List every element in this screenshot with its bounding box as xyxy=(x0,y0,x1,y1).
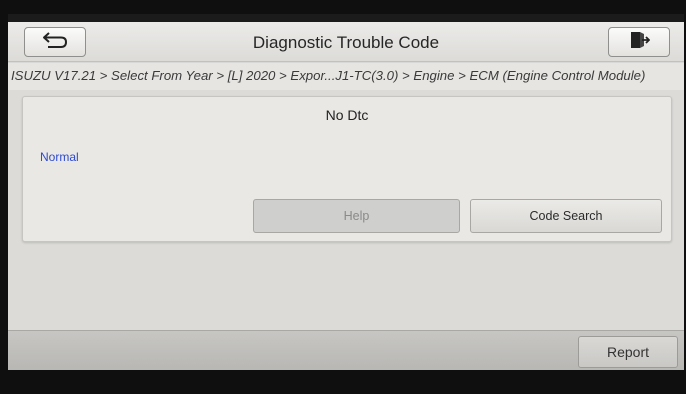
title-bar: Diagnostic Trouble Code xyxy=(8,22,684,62)
help-button[interactable]: Help xyxy=(253,199,460,233)
code-search-button[interactable]: Code Search xyxy=(470,199,662,233)
device-screen: Diagnostic Trouble Code ISUZU V17.21 > S… xyxy=(8,14,684,370)
bottom-toolbar: Report xyxy=(8,330,684,370)
breadcrumb: ISUZU V17.21 > Select From Year > [L] 20… xyxy=(8,63,684,90)
status-text: Normal xyxy=(40,150,79,164)
dtc-heading: No Dtc xyxy=(325,107,369,123)
status-bar xyxy=(8,14,684,22)
report-button[interactable]: Report xyxy=(578,336,678,368)
main-content: No Dtc Normal Help Code Search xyxy=(8,90,684,342)
page-title: Diagnostic Trouble Code xyxy=(252,33,440,52)
dtc-result-panel: No Dtc Normal Help Code Search xyxy=(22,96,672,242)
exit-door-icon xyxy=(628,30,651,55)
exit-button[interactable] xyxy=(608,27,670,57)
